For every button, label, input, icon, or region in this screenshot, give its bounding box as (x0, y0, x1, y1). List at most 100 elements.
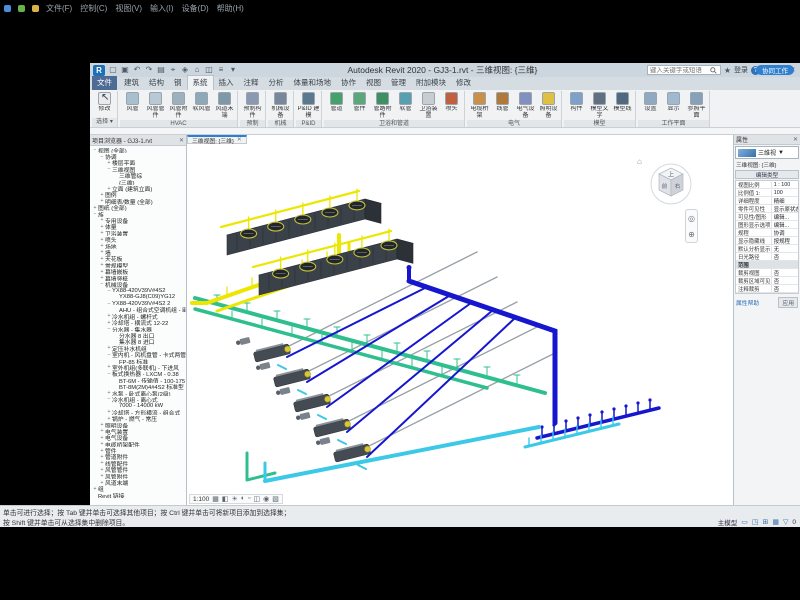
tool-conduit[interactable]: 线管 (491, 92, 514, 113)
properties-header[interactable]: 属性 ✕ (734, 135, 800, 145)
tool-ref-plane[interactable]: 参照平面 (685, 92, 708, 119)
reveal-hidden-icon[interactable]: ◉ (263, 495, 269, 503)
ribbon-tab[interactable]: 视图 (361, 76, 386, 90)
property-value[interactable]: 100 (771, 190, 798, 196)
tool-flex-duct[interactable]: 软风管 (190, 92, 213, 113)
customize-qat-icon[interactable]: ▾ (228, 65, 238, 75)
steering-wheel-icon[interactable]: ◎ (688, 214, 695, 223)
drawing-area[interactable]: 三维视图: {三维} ✕ (187, 135, 733, 505)
tool-model-text[interactable]: 模型文字 (588, 92, 611, 119)
tool-modify[interactable]: 修改 (93, 92, 116, 113)
properties-help-link[interactable]: 属性帮助 (736, 298, 759, 307)
revit-logo-icon[interactable]: R (93, 65, 105, 76)
close-icon[interactable]: ✕ (793, 136, 798, 143)
ribbon-tab[interactable]: 管理 (386, 76, 411, 90)
help-search-box[interactable] (647, 65, 721, 75)
search-icon[interactable] (710, 67, 717, 74)
tool-mechanical-equipment[interactable]: 机械设备 (269, 92, 292, 119)
ribbon-tab[interactable]: 钢 (169, 76, 187, 90)
tool-fabrication-part[interactable]: 预制构件 (241, 92, 264, 119)
tool-electrical-equipment[interactable]: 电气设备 (514, 92, 537, 119)
tool-air-terminal[interactable]: 风道末端 (213, 92, 236, 119)
chiller-units[interactable] (253, 343, 372, 463)
tool-lighting-fixture[interactable]: 照明设备 (537, 92, 560, 119)
cooling-tower-row-1[interactable] (227, 199, 381, 255)
project-browser-item[interactable]: Revit 链接 (90, 492, 186, 498)
search-input[interactable] (650, 67, 710, 74)
tool-plumbing-fixture[interactable]: 卫浴装置 (417, 92, 440, 119)
temporary-view-properties-icon[interactable]: ▧ (272, 495, 279, 503)
sign-in-button[interactable]: 登录 (734, 65, 748, 75)
property-value[interactable]: 1 : 100 (771, 182, 798, 188)
ribbon-tab[interactable]: 插入 (214, 76, 239, 90)
tool-model-line[interactable]: 模型线 (611, 92, 634, 113)
property-value[interactable]: 否 (771, 285, 798, 293)
worksets-icon[interactable]: ▭ (741, 518, 748, 526)
view-tab[interactable]: 三维视图: {三维} ✕ (187, 135, 247, 144)
detail-level-icon[interactable]: ▦ (212, 495, 219, 503)
crop-region-icon[interactable]: ◫ (254, 495, 261, 503)
chiller-unit[interactable] (273, 368, 312, 388)
property-value[interactable]: 显示原状态 (771, 205, 798, 213)
select-underlay-toggle[interactable]: ▦ (772, 518, 779, 526)
ribbon-tab[interactable]: 分析 (264, 76, 289, 90)
tag-icon[interactable]: ◈ (180, 65, 190, 75)
chiller-unit[interactable] (293, 393, 332, 413)
cooling-tower-row-2[interactable] (259, 239, 413, 295)
host-menu-item[interactable]: 视图(V) (115, 3, 142, 14)
host-menu-item[interactable]: 设备(D) (182, 3, 209, 14)
edit-type-button[interactable]: 编辑类型 (735, 170, 799, 179)
ribbon-tab[interactable]: 体量和场地 (289, 76, 337, 90)
select-links-toggle[interactable]: ⊞ (762, 518, 768, 526)
save-icon[interactable]: ▣ (120, 65, 130, 75)
ribbon-tab[interactable]: 注释 (239, 76, 264, 90)
redo-icon[interactable]: ↷ (144, 65, 154, 75)
tool-set-workplane[interactable]: 设置 (639, 92, 662, 113)
ribbon-tab[interactable]: 协作 (336, 76, 361, 90)
filter-count[interactable]: 0 (792, 519, 796, 526)
crop-view-icon[interactable]: ▫ (248, 495, 250, 503)
host-menu-item[interactable]: 控制(C) (80, 3, 107, 14)
tool-flex-pipe[interactable]: 软管 (394, 92, 417, 113)
chiller-unit[interactable] (253, 343, 292, 363)
property-value[interactable]: 否 (771, 253, 798, 261)
tool-sprinkler[interactable]: 喷头 (440, 92, 463, 113)
tool-duct[interactable]: 风管 (121, 92, 144, 113)
close-view-icon[interactable]: ✕ (237, 137, 242, 143)
property-value[interactable]: 精细 (771, 197, 798, 205)
thin-lines-icon[interactable]: ≡ (216, 65, 226, 75)
default-3d-view-icon[interactable]: ⌂ (192, 65, 202, 75)
design-options-icon[interactable]: ◳ (752, 518, 759, 526)
measure-icon[interactable]: ⌖ (168, 65, 178, 75)
open-icon[interactable]: ▢ (108, 65, 118, 75)
print-icon[interactable]: ▤ (156, 65, 166, 75)
ribbon-tab[interactable]: 附加模块 (411, 76, 451, 90)
active-design-option[interactable]: 主模型 (718, 517, 738, 527)
type-selector[interactable]: 三维视图 ▼ (735, 146, 799, 159)
property-value[interactable]: 按规程 (771, 237, 798, 245)
scale-control[interactable]: 1:100 (193, 496, 209, 503)
host-menu-item[interactable]: 帮助(H) (217, 3, 244, 14)
sun-settings-icon[interactable]: ☀ (232, 495, 238, 503)
property-value[interactable]: 否 (771, 269, 798, 277)
project-browser-header[interactable]: 项目浏览器 - GJ3-1.rvt ✕ (90, 135, 186, 146)
tool-duct-fitting[interactable]: 风管管件 (144, 92, 167, 119)
tool-pipe[interactable]: 管道 (325, 92, 348, 113)
ribbon-tab[interactable]: 系统 (187, 75, 214, 90)
chevron-down-icon[interactable]: ▼ (778, 150, 796, 156)
tool-show-workplane[interactable]: 显示 (662, 92, 685, 113)
undo-icon[interactable]: ↶ (132, 65, 142, 75)
ribbon-tab[interactable]: 建筑 (119, 76, 144, 90)
tool-component[interactable]: 构件 (565, 92, 588, 113)
tool-pipe-accessory[interactable]: 管路附件 (371, 92, 394, 119)
ribbon-tab[interactable]: 文件 (92, 76, 117, 90)
favorites-icon[interactable]: ★ (724, 66, 731, 75)
host-menu-item[interactable]: 文件(F) (46, 3, 72, 14)
property-value[interactable]: 无 (771, 245, 798, 253)
property-value[interactable]: 编辑... (771, 221, 798, 229)
chiller-unit[interactable] (313, 418, 352, 438)
collaboration-button[interactable]: 协同工作 (756, 65, 794, 75)
tool-pipe-fitting[interactable]: 管件 (348, 92, 371, 113)
tool-pid-modeler[interactable]: P&ID 建模 (297, 92, 320, 119)
apply-button[interactable]: 应用 (778, 297, 798, 308)
